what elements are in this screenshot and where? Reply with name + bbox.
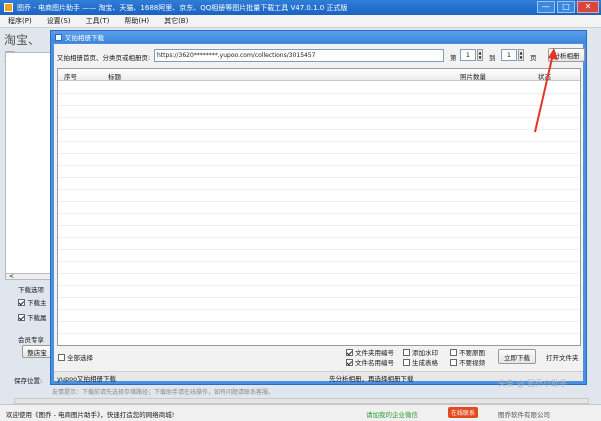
- tip-text: 友情提示：下载前请先选择存储路径；下载助手请在线操作，如有问题请联系客服。: [52, 389, 275, 396]
- window-controls: — □ ✕: [537, 1, 599, 13]
- maximize-button[interactable]: □: [557, 1, 575, 13]
- opt-watermark-row[interactable]: 添加水印: [403, 347, 438, 357]
- status-enterprise-link[interactable]: 请加我的企业微信: [366, 409, 418, 419]
- menu-tools[interactable]: 工具(T): [86, 16, 110, 26]
- skip-video-checkbox[interactable]: [450, 358, 457, 366]
- select-all-checkbox[interactable]: [58, 353, 65, 361]
- table-header: 序号 标题 照片数量 状态: [58, 69, 580, 81]
- page-to-input[interactable]: 1: [501, 49, 517, 61]
- download-main-checkbox[interactable]: [18, 298, 25, 306]
- skip-main-checkbox[interactable]: [450, 348, 457, 356]
- dialog-status-center: 先分析相册，再选择相册下载: [329, 375, 414, 383]
- col-title[interactable]: 标题: [108, 71, 121, 81]
- scroll-left-arrow-icon[interactable]: <: [9, 273, 14, 280]
- opt-skip-video-row[interactable]: 不要视频: [450, 357, 485, 367]
- opt-folder-number-row[interactable]: 文件夹用编号: [346, 347, 394, 357]
- col-index[interactable]: 序号: [64, 71, 77, 81]
- select-all-label: 全部选择: [67, 354, 93, 362]
- folder-number-checkbox[interactable]: [346, 348, 353, 356]
- left-scrollbar[interactable]: <: [5, 273, 51, 280]
- app-logo-icon: [4, 3, 13, 12]
- download-now-button[interactable]: 立即下载: [498, 349, 536, 364]
- watermark-label: 添加水印: [412, 349, 438, 357]
- menu-program[interactable]: 程序(P): [8, 16, 32, 26]
- folder-number-label: 文件夹用编号: [355, 349, 394, 357]
- statusbar: 欢迎使用《图乔 - 电商图片助手》，快速打造您的网络商城! 请加我的企业微信 在…: [0, 404, 601, 421]
- member-shop-button[interactable]: 整店宝: [22, 345, 52, 358]
- search-partial-text: 淘宝、天: [4, 33, 41, 64]
- dialog-app-icon: [55, 33, 62, 41]
- select-all-row[interactable]: 全部选择: [58, 352, 93, 362]
- close-button[interactable]: ✕: [577, 1, 599, 13]
- file-number-checkbox[interactable]: [346, 358, 353, 366]
- status-welcome: 欢迎使用《图乔 - 电商图片助手》，快速打造您的网络商城!: [6, 411, 175, 419]
- opt-skip-main-row[interactable]: 不要原图: [450, 347, 485, 357]
- gen-table-checkbox[interactable]: [403, 358, 410, 366]
- main-titlebar: 图乔 - 电商图片助手 —— 淘宝、天猫、1688阿里、京东、QQ相册等图片批量…: [0, 0, 601, 15]
- download-options-label: 下载选项: [18, 286, 44, 294]
- download-attr-checkbox-row[interactable]: 下载属: [18, 312, 47, 322]
- url-input[interactable]: https://3620********.yupoo.com/collectio…: [154, 49, 444, 62]
- watermark-text: 头条 @ 图乔小助手: [498, 379, 568, 388]
- opt-gen-table-row[interactable]: 生成表格: [403, 357, 438, 367]
- download-attr-checkbox[interactable]: [18, 313, 25, 321]
- to-label: 到: [489, 54, 496, 62]
- yupoo-download-dialog: 又拍相册下载 又拍相册首页、分类页或相册页: https://3620*****…: [50, 30, 587, 385]
- left-list-pane[interactable]: [5, 52, 51, 280]
- opt-file-number-row[interactable]: 文件名用编号: [346, 357, 394, 367]
- skip-video-label: 不要视频: [459, 359, 485, 367]
- dialog-body: 又拍相册首页、分类页或相册页: https://3620********.yup…: [54, 44, 585, 383]
- col-count[interactable]: 照片数量: [460, 71, 486, 81]
- menu-other[interactable]: 其它(B): [164, 16, 188, 26]
- watermark-checkbox[interactable]: [403, 348, 410, 356]
- url-label: 又拍相册首页、分类页或相册页:: [57, 54, 151, 62]
- dialog-titlebar: 又拍相册下载: [51, 31, 586, 43]
- dialog-title: 又拍相册下载: [65, 34, 104, 42]
- menubar: 程序(P) 设置(S) 工具(T) 帮助(H) 其它(B): [0, 15, 601, 28]
- page-label: 第: [450, 54, 457, 62]
- status-company: 图乔软件有限公司: [498, 411, 550, 419]
- dialog-status-left: yupoo又拍相册下载: [57, 375, 117, 383]
- member-label: 会员专享: [18, 336, 44, 344]
- minimize-button[interactable]: —: [537, 1, 555, 13]
- save-location-label: 保存位置:: [14, 377, 43, 385]
- download-main-label: 下载主: [27, 299, 47, 307]
- page-from-spinner[interactable]: ▲ ▼: [477, 49, 483, 61]
- open-folder-button[interactable]: 打开文件夹: [546, 352, 579, 362]
- download-main-checkbox-row[interactable]: 下载主: [18, 297, 47, 307]
- menu-help[interactable]: 帮助(H): [124, 16, 149, 26]
- skip-main-label: 不要原图: [459, 349, 485, 357]
- page-from-input[interactable]: 1: [460, 49, 476, 61]
- album-table[interactable]: 序号 标题 照片数量 状态: [57, 68, 581, 346]
- menu-settings[interactable]: 设置(S): [47, 16, 71, 26]
- file-number-label: 文件名用编号: [355, 359, 394, 367]
- page-to-spinner[interactable]: ▲ ▼: [518, 49, 524, 61]
- gen-table-label: 生成表格: [412, 359, 438, 367]
- window-title: 图乔 - 电商图片助手 —— 淘宝、天猫、1688阿里、京东、QQ相册等图片批量…: [17, 3, 348, 12]
- download-attr-label: 下载属: [27, 314, 47, 322]
- red-arrow-annotation: [534, 48, 558, 133]
- online-contact-button[interactable]: 在线联系: [448, 407, 479, 418]
